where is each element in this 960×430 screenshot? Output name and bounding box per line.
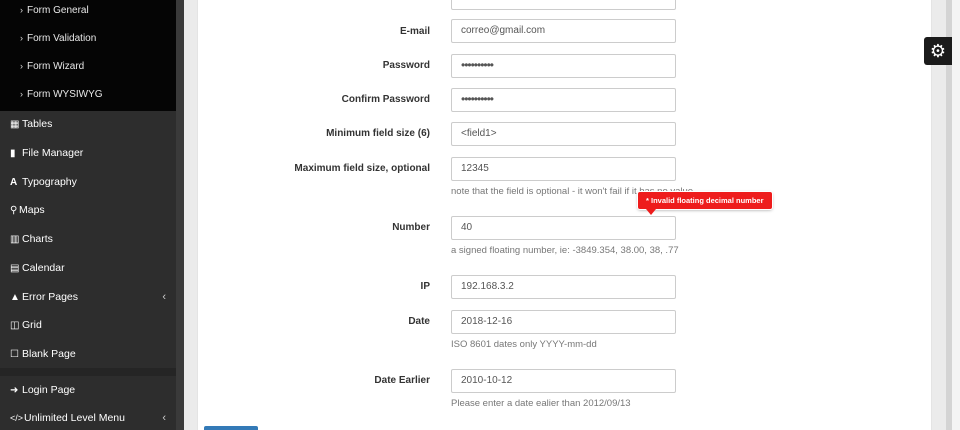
sidebar-item-label: Charts	[22, 233, 53, 245]
sidebar-item-maps[interactable]: ⚲ Maps	[0, 196, 176, 225]
sidebar: › Form General › Form Validation › Form Wiz…	[0, 0, 176, 430]
sidebar-item-unlimited-level-menu[interactable]: </>Unlimited Level Menu ‹	[0, 404, 176, 430]
submenu-item-form-general[interactable]: › Form General	[20, 2, 89, 18]
sidebar-item-login-page[interactable]: ➜ Login Page	[0, 376, 176, 405]
square-icon: ☐	[10, 349, 19, 360]
number-help: a signed floating number, ie: -3849.354,…	[451, 245, 679, 256]
sidebar-item-label: Blank Page	[22, 348, 76, 360]
app-root: › Form General › Form Validation › Form Wiz…	[0, 0, 960, 430]
max-field-label: Maximum field size, optional	[294, 163, 430, 174]
sidebar-scroll-edge	[176, 0, 184, 430]
submenu-item-form-wizard[interactable]: › Form Wizard	[20, 58, 84, 74]
chevron-right-icon: ›	[20, 5, 23, 15]
ip-label: IP	[420, 281, 430, 292]
submenu-item-form-wysiwyg[interactable]: › Form WYSIWYG	[20, 86, 103, 102]
bar-chart-icon: ▥	[10, 234, 20, 245]
chevron-left-icon: ‹	[162, 412, 166, 424]
sidebar-item-label: Tables	[22, 118, 53, 130]
sidebar-item-label: Maps	[19, 204, 45, 216]
grid-icon: ◫	[10, 320, 20, 331]
min-field-label: Minimum field size (6)	[326, 128, 430, 139]
calendar-icon: ▤	[10, 263, 20, 274]
date-label: Date	[408, 316, 430, 327]
number-label: Number	[392, 222, 430, 233]
confirm-password-label: Confirm Password	[341, 94, 430, 105]
sidebar-item-label: Login Page	[22, 384, 76, 396]
number-field[interactable]: 40	[451, 216, 676, 240]
map-marker-icon: ⚲	[10, 205, 18, 216]
sidebar-item-blank-page[interactable]: ☐ Blank Page	[0, 340, 176, 369]
page-edge	[952, 0, 960, 430]
submenu-item-label: Form Wizard	[27, 61, 85, 72]
sidebar-item-grid[interactable]: ◫ Grid	[0, 311, 176, 340]
date-earlier-field[interactable]: 2010-10-12	[451, 369, 676, 393]
file-icon: ▮	[10, 148, 16, 159]
chevron-right-icon: ›	[20, 61, 23, 71]
email-field[interactable]: correo@gmail.com	[451, 19, 676, 43]
password-field[interactable]: ••••••••••	[451, 54, 676, 78]
table-icon: ▦	[10, 119, 20, 130]
sidebar-item-typography[interactable]: A Typography	[0, 168, 176, 197]
sidebar-item-label: Calendar	[22, 262, 65, 274]
sidebar-item-tables[interactable]: ▦ Tables	[0, 110, 176, 139]
sidebar-item-label: File Manager	[22, 147, 84, 159]
forms-submenu: › Form General › Form Validation › Form Wiz…	[0, 0, 176, 111]
sidebar-item-label: Unlimited Level Menu	[24, 412, 125, 424]
url-field[interactable]	[451, 0, 676, 10]
sidebar-item-charts[interactable]: ▥ Charts	[0, 225, 176, 254]
confirm-password-field[interactable]: ••••••••••	[451, 88, 676, 112]
warning-icon: ▲	[10, 292, 20, 303]
submit-button[interactable]	[204, 426, 258, 430]
submenu-item-form-validation[interactable]: › Form Validation	[20, 30, 96, 46]
settings-gear-icon[interactable]: ⚙	[924, 37, 952, 65]
chevron-right-icon: ›	[20, 33, 23, 43]
date-earlier-help: Please enter a date ealier than 2012/09/…	[451, 398, 631, 409]
date-help: ISO 8601 dates only YYYY-mm-dd	[451, 339, 597, 350]
submenu-item-label: Form Validation	[27, 33, 97, 44]
sidebar-item-error-pages[interactable]: ▲ Error Pages ‹	[0, 283, 176, 312]
ip-field[interactable]: 192.168.3.2	[451, 275, 676, 299]
password-label: Password	[382, 60, 430, 71]
date-field[interactable]: 2018-12-16	[451, 310, 676, 334]
min-field-input[interactable]: <field1>	[451, 122, 676, 146]
number-error-tooltip: * Invalid floating decimal number	[638, 192, 772, 215]
font-icon: A	[10, 177, 18, 188]
chevron-left-icon: ‹	[162, 291, 166, 303]
sidebar-item-label: Grid	[22, 319, 42, 331]
sidebar-divider	[0, 368, 176, 376]
code-icon: </>	[10, 413, 24, 423]
sidebar-item-calendar[interactable]: ▤ Calendar	[0, 254, 176, 283]
submenu-item-label: Form General	[27, 5, 89, 16]
date-earlier-label: Date Earlier	[374, 375, 430, 386]
sidebar-item-file-manager[interactable]: ▮ File Manager	[0, 139, 176, 168]
chevron-right-icon: ›	[20, 89, 23, 99]
max-field-input[interactable]: 12345	[451, 157, 676, 181]
submenu-item-label: Form WYSIWYG	[27, 89, 103, 100]
sidebar-item-label: Typography	[22, 176, 77, 188]
email-label: E-mail	[399, 26, 430, 37]
sidebar-item-label: Error Pages	[22, 291, 79, 303]
sign-in-icon: ➜	[10, 385, 19, 396]
